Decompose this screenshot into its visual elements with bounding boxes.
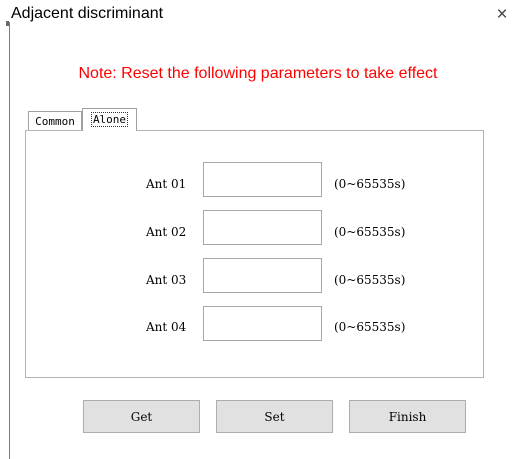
- window-left-border-mark: [6, 21, 9, 26]
- tab-alone[interactable]: Alone: [82, 108, 137, 131]
- ant-04-range: (0~65535s): [334, 320, 406, 334]
- ant-01-label: Ant 01: [146, 177, 187, 191]
- ant-01-range: (0~65535s): [334, 177, 406, 191]
- adjacent-discriminant-dialog: Adjacent discriminant × Note: Reset the …: [0, 0, 516, 459]
- ant-03-input[interactable]: [203, 258, 322, 293]
- tab-alone-label: Alone: [90, 112, 129, 127]
- ant-04-label: Ant 04: [146, 320, 187, 334]
- reset-note: Note: Reset the following parameters to …: [78, 65, 438, 82]
- ant-04-input[interactable]: [203, 306, 322, 341]
- close-icon[interactable]: ×: [492, 5, 512, 25]
- set-button[interactable]: Set: [216, 400, 333, 433]
- ant-02-range: (0~65535s): [334, 225, 406, 239]
- tab-common[interactable]: Common: [28, 111, 82, 130]
- ant-02-input[interactable]: [203, 210, 322, 245]
- window-title: Adjacent discriminant: [11, 5, 164, 22]
- get-button[interactable]: Get: [83, 400, 200, 433]
- window-left-border: [9, 22, 10, 459]
- ant-01-input[interactable]: [203, 162, 322, 197]
- finish-button[interactable]: Finish: [349, 400, 466, 433]
- ant-03-range: (0~65535s): [334, 273, 406, 287]
- ant-03-label: Ant 03: [146, 273, 187, 287]
- ant-02-label: Ant 02: [146, 225, 187, 239]
